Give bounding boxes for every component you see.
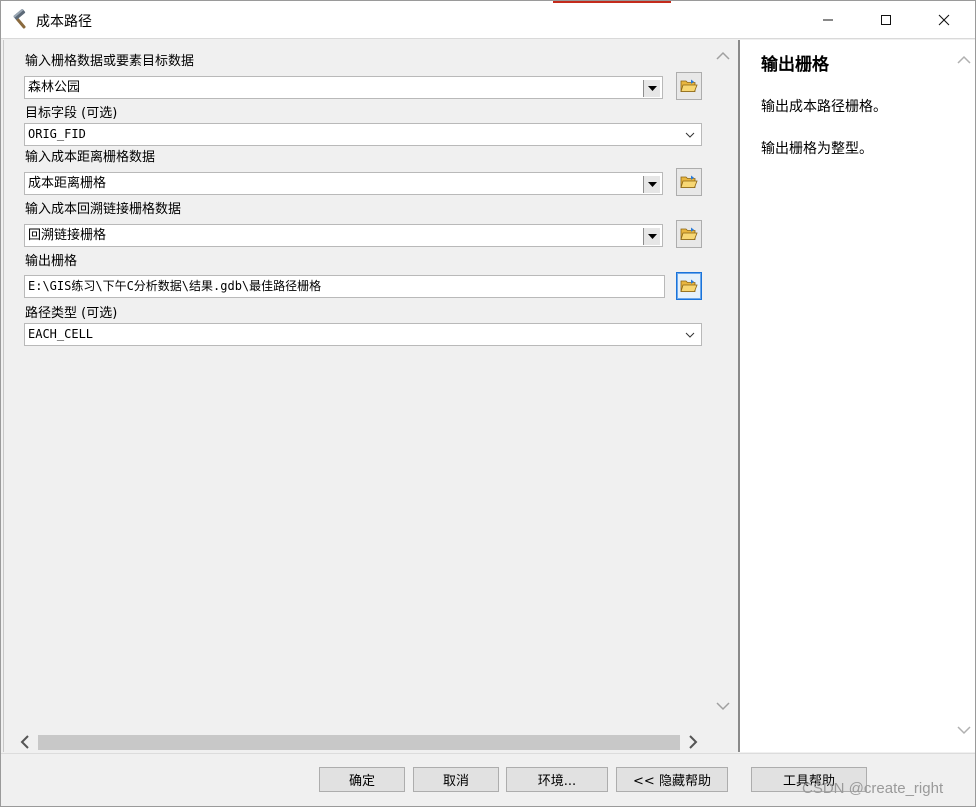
path-type-combo[interactable]: EACH_CELL [24, 323, 702, 346]
environments-button[interactable]: 环境... [506, 767, 608, 792]
backlink-value: 回溯链接栅格 [28, 228, 107, 243]
help-scroll-up-icon[interactable] [956, 54, 972, 70]
output-raster-value: E:\GIS练习\下午C分析数据\结果.gdb\最佳路径栅格 [28, 279, 322, 293]
title-bar: 成本路径 [1, 1, 975, 39]
cost-distance-label: 输入成本距离栅格数据 [25, 150, 156, 165]
scroll-up-icon[interactable] [715, 50, 731, 66]
backlink-combo[interactable]: 回溯链接栅格 [24, 224, 663, 247]
backlink-browse-button[interactable] [676, 220, 702, 248]
target-field-combo[interactable]: ORIG_FID [24, 123, 702, 146]
dialog-window: 成本路径 输入栅格数据或要素目标数据 森林公园 目标字段 (可选) ORIG_F… [0, 0, 976, 807]
output-raster-label: 输出栅格 [25, 254, 78, 269]
input-source-dropdown-button[interactable] [643, 80, 660, 97]
parameters-pane: 输入栅格数据或要素目标数据 森林公园 目标字段 (可选) ORIG_FID 输入… [3, 40, 736, 752]
scroll-left-icon[interactable] [18, 734, 32, 754]
triangle-down-icon [647, 181, 657, 187]
path-type-label: 路径类型 (可选) [25, 306, 118, 321]
horizontal-scroll-thumb[interactable] [38, 735, 680, 750]
maximize-icon [881, 15, 891, 25]
target-field-value: ORIG_FID [28, 127, 86, 141]
minimize-button[interactable] [799, 1, 857, 39]
params-vertical-scrollbar[interactable] [712, 40, 736, 732]
output-raster-input[interactable]: E:\GIS练习\下午C分析数据\结果.gdb\最佳路径栅格 [24, 275, 665, 298]
triangle-down-icon [647, 85, 657, 91]
help-pane: 输出栅格 输出成本路径栅格。 输出栅格为整型。 [738, 40, 975, 752]
backlink-label: 输入成本回溯链接栅格数据 [25, 202, 182, 217]
triangle-down-icon [647, 233, 657, 239]
hammer-icon [10, 9, 32, 31]
title-accent-bar [553, 1, 671, 3]
window-title: 成本路径 [36, 14, 92, 30]
watermark-text: CSDN @create_right [802, 780, 944, 797]
close-icon [938, 14, 950, 26]
scroll-down-icon[interactable] [715, 700, 731, 716]
help-paragraph: 输出成本路径栅格。 [761, 99, 887, 115]
cost-distance-browse-button[interactable] [676, 168, 702, 196]
help-paragraph: 输出栅格为整型。 [761, 141, 873, 157]
help-title: 输出栅格 [761, 55, 829, 75]
input-source-value: 森林公园 [28, 80, 81, 95]
input-source-browse-button[interactable] [676, 72, 702, 100]
scroll-right-icon[interactable] [686, 734, 700, 754]
path-type-value: EACH_CELL [28, 327, 94, 341]
input-source-combo[interactable]: 森林公园 [24, 76, 663, 99]
open-folder-icon [680, 279, 698, 292]
ok-button[interactable]: 确定 [319, 767, 405, 792]
open-folder-icon [680, 175, 698, 188]
maximize-button[interactable] [857, 1, 915, 39]
cost-distance-dropdown-button[interactable] [643, 176, 660, 193]
minimize-icon [823, 19, 833, 21]
input-source-label: 输入栅格数据或要素目标数据 [25, 54, 195, 69]
close-button[interactable] [915, 1, 973, 39]
output-raster-browse-button[interactable] [676, 272, 702, 300]
chevron-down-icon[interactable] [685, 326, 695, 343]
button-bar: 确定 取消 环境... << 隐藏帮助 工具帮助 CSDN @create_ri… [1, 753, 975, 806]
backlink-dropdown-button[interactable] [643, 228, 660, 245]
target-field-label: 目标字段 (可选) [25, 106, 118, 121]
help-scroll-down-icon[interactable] [956, 724, 972, 740]
cost-distance-combo[interactable]: 成本距离栅格 [24, 172, 663, 195]
cost-distance-value: 成本距离栅格 [28, 176, 107, 191]
open-folder-icon [680, 227, 698, 240]
cancel-button[interactable]: 取消 [413, 767, 499, 792]
hide-help-button[interactable]: << 隐藏帮助 [616, 767, 728, 792]
chevron-down-icon[interactable] [685, 126, 695, 143]
params-horizontal-scrollbar[interactable] [14, 732, 714, 752]
open-folder-icon [680, 79, 698, 92]
